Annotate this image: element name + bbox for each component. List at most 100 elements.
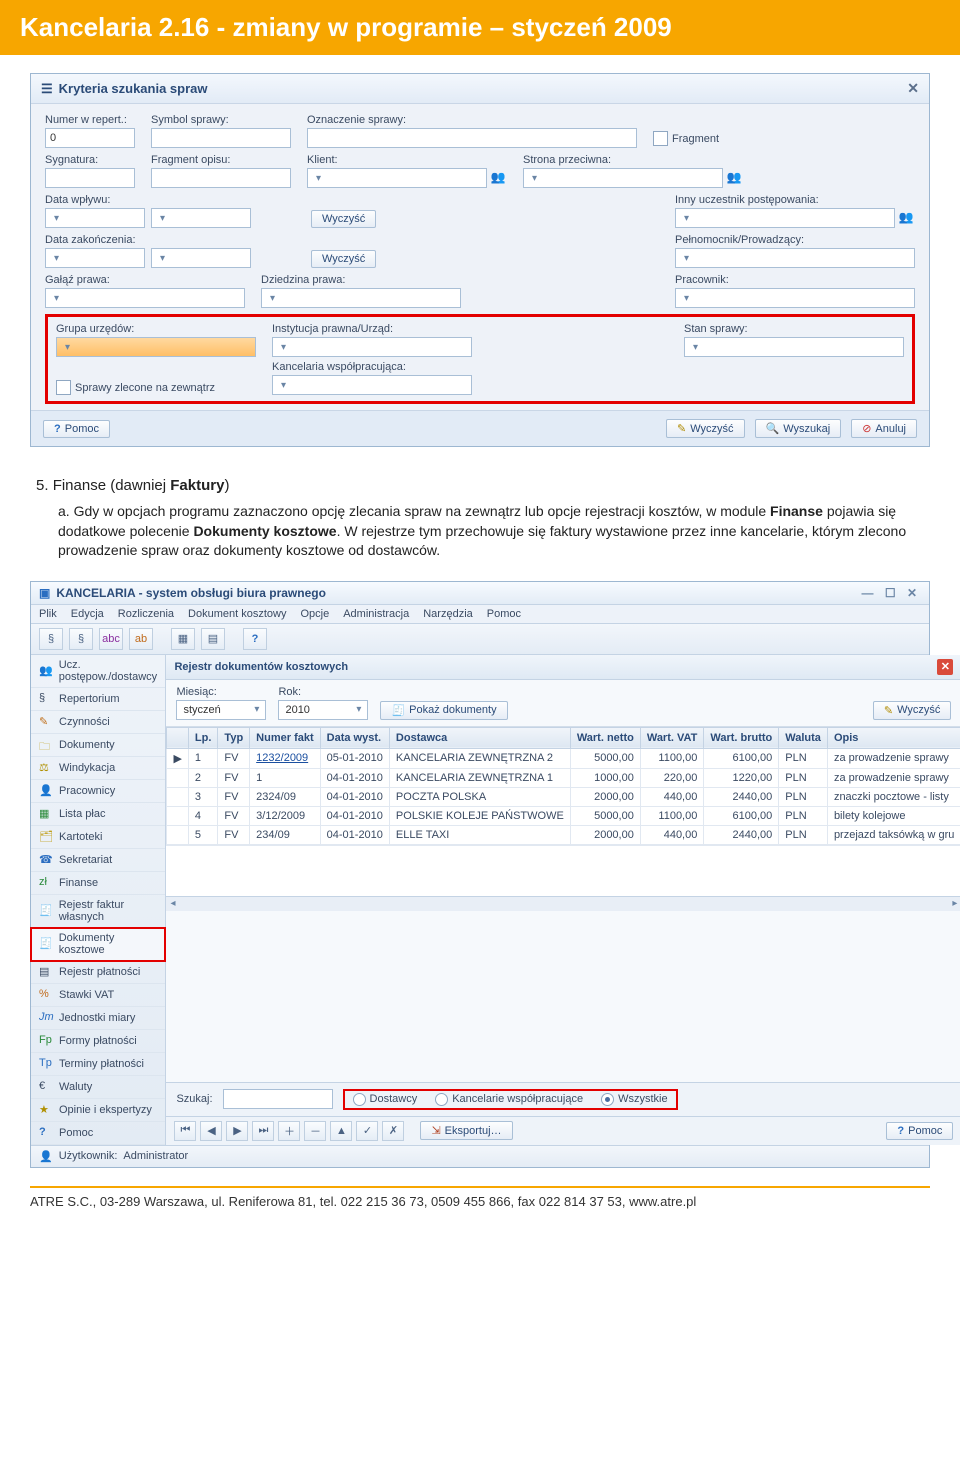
numer-input[interactable] (45, 128, 135, 148)
rec-add[interactable]: ＋ (278, 1121, 300, 1141)
col-typ[interactable]: Typ (218, 727, 250, 748)
clear-date-wplywu-button[interactable]: Wyczyść (311, 210, 376, 228)
sprawy-zlecone-checkbox[interactable] (56, 380, 71, 395)
nav-pomoc[interactable]: ?Pomoc (31, 1122, 165, 1145)
sygnatura-input[interactable] (45, 168, 135, 188)
menu-opcje[interactable]: Opcje (300, 608, 329, 620)
rec-edit[interactable]: ▲ (330, 1121, 352, 1141)
menu-administracja[interactable]: Administracja (343, 608, 409, 620)
clear-date-zak-button[interactable]: Wyczyść (311, 250, 376, 268)
data-zak-to[interactable] (151, 248, 251, 268)
toolbar-btn-5[interactable]: ▦ (171, 628, 195, 650)
data-zak-from[interactable] (45, 248, 145, 268)
fragment-checkbox[interactable] (653, 131, 668, 146)
pelnomocnik-select[interactable] (675, 248, 915, 268)
col-netto[interactable]: Wart. netto (570, 727, 640, 748)
rec-prev[interactable]: ◀ (200, 1121, 222, 1141)
kanc-wsp-select[interactable] (272, 375, 472, 395)
menu-edycja[interactable]: Edycja (71, 608, 104, 620)
col-numer[interactable]: Numer fakt (250, 727, 320, 748)
nav-rejestr-platnosci[interactable]: ▤Rejestr płatności (31, 961, 165, 984)
col-vat[interactable]: Wart. VAT (640, 727, 704, 748)
col-brutto[interactable]: Wart. brutto (704, 727, 779, 748)
search-button[interactable]: 🔍 Wyszukaj (755, 419, 842, 438)
radio-dostawcy[interactable]: Dostawcy (353, 1093, 418, 1106)
nav-dokumenty[interactable]: 🗀Dokumenty (31, 734, 165, 757)
grid-help-button[interactable]: ? Pomoc (886, 1122, 953, 1140)
strona-lookup-icon[interactable]: 👥 (725, 168, 743, 186)
show-docs-button[interactable]: 🧾 Pokaż dokumenty (380, 701, 507, 720)
grid-search-input[interactable] (223, 1089, 333, 1109)
col-waluta[interactable]: Waluta (779, 727, 828, 748)
menu-pomoc[interactable]: Pomoc (487, 608, 521, 620)
data-wplywu-to[interactable] (151, 208, 251, 228)
rec-post[interactable]: ✓ (356, 1121, 378, 1141)
footer-link[interactable]: www.atre.pl (629, 1194, 696, 1209)
toolbar-btn-2[interactable]: § (69, 628, 93, 650)
nav-opinie[interactable]: ★Opinie i ekspertyzy (31, 1099, 165, 1122)
cancel-button[interactable]: ⊘ Anuluj (851, 419, 917, 438)
col-dostawca[interactable]: Dostawca (389, 727, 570, 748)
radio-kancelarie[interactable]: Kancelarie współpracujące (435, 1093, 583, 1106)
toolbar-btn-6[interactable]: ▤ (201, 628, 225, 650)
data-wplywu-from[interactable] (45, 208, 145, 228)
col-opis[interactable]: Opis (827, 727, 960, 748)
nav-ucz-postepow[interactable]: 👥Ucz. postępow./dostawcy (31, 655, 165, 688)
rec-last[interactable]: ⏭ (252, 1121, 274, 1141)
menu-narzedzia[interactable]: Narzędzia (423, 608, 473, 620)
minimize-icon[interactable]: — (857, 586, 877, 600)
nav-waluty[interactable]: €Waluty (31, 1076, 165, 1099)
nav-stawki-vat[interactable]: %Stawki VAT (31, 984, 165, 1007)
col-data[interactable]: Data wyst. (320, 727, 389, 748)
stan-select[interactable] (684, 337, 904, 357)
nav-dokumenty-kosztowe[interactable]: 🧾Dokumenty kosztowe (31, 928, 165, 961)
toolbar-btn-1[interactable]: § (39, 628, 63, 650)
inny-uczestnik-lookup-icon[interactable]: 👥 (897, 208, 915, 226)
rec-cancel[interactable]: ✗ (382, 1121, 404, 1141)
nav-finanse[interactable]: złFinanse (31, 872, 165, 895)
rec-next[interactable]: ▶ (226, 1121, 248, 1141)
help-button[interactable]: ? Pomoc (43, 420, 110, 438)
menu-plik[interactable]: Plik (39, 608, 57, 620)
nav-sekretariat[interactable]: ☎Sekretariat (31, 849, 165, 872)
nav-repertorium[interactable]: §Repertorium (31, 688, 165, 711)
symbol-input[interactable] (151, 128, 291, 148)
nav-czynnosci[interactable]: ✎Czynności (31, 711, 165, 734)
nav-pracownicy[interactable]: 👤Pracownicy (31, 780, 165, 803)
inny-uczestnik-select[interactable] (675, 208, 895, 228)
nav-lista-plac[interactable]: ▦Lista płac (31, 803, 165, 826)
rec-del[interactable]: － (304, 1121, 326, 1141)
pracownik-select[interactable] (675, 288, 915, 308)
galaz-select[interactable] (45, 288, 245, 308)
dziedzina-select[interactable] (261, 288, 461, 308)
klient-lookup-icon[interactable]: 👥 (489, 168, 507, 186)
nav-kartoteki[interactable]: 🗂Kartoteki (31, 826, 165, 849)
close-app-icon[interactable]: ✕ (903, 586, 921, 600)
clear-filter-button[interactable]: ✎ Wyczyść (873, 701, 952, 720)
miesiac-select[interactable]: styczeń (176, 700, 266, 720)
table-row[interactable]: 4FV3/12/200904-01-2010POLSKIE KOLEJE PAŃ… (167, 806, 960, 825)
maximize-icon[interactable]: ☐ (881, 586, 900, 600)
nav-rejestr-faktur[interactable]: 🧾Rejestr faktur własnych (31, 895, 165, 928)
menu-dokument-kosztowy[interactable]: Dokument kosztowy (188, 608, 286, 620)
clear-all-button[interactable]: ✎ Wyczyść (666, 419, 745, 438)
toolbar-btn-4[interactable]: ab (129, 628, 153, 650)
klient-select[interactable] (307, 168, 487, 188)
menu-rozliczenia[interactable]: Rozliczenia (118, 608, 174, 620)
radio-wszystkie[interactable]: Wszystkie (601, 1093, 668, 1106)
toolbar-btn-3[interactable]: abc (99, 628, 123, 650)
table-row[interactable]: ▶1FV1232/200905-01-2010KANCELARIA ZEWNĘT… (167, 748, 960, 768)
col-lp[interactable]: Lp. (188, 727, 218, 748)
table-row[interactable]: 5FV234/0904-01-2010ELLE TAXI2000,00440,0… (167, 825, 960, 844)
nav-windykacja[interactable]: ⚖Windykacja (31, 757, 165, 780)
nav-jednostki-miary[interactable]: JmJednostki miary (31, 1007, 165, 1030)
nav-terminy-platnosci[interactable]: TpTerminy płatności (31, 1053, 165, 1076)
grupa-select[interactable] (56, 337, 256, 357)
fragment-opisu-input[interactable] (151, 168, 291, 188)
rok-select[interactable]: 2010 (278, 700, 368, 720)
horizontal-scrollbar[interactable]: ◂▸ (166, 896, 960, 911)
export-button[interactable]: ⇲ Eksportuj… (420, 1121, 512, 1140)
oznaczenie-input[interactable] (307, 128, 637, 148)
close-icon[interactable]: ✕ (907, 80, 919, 97)
instytucja-select[interactable] (272, 337, 472, 357)
